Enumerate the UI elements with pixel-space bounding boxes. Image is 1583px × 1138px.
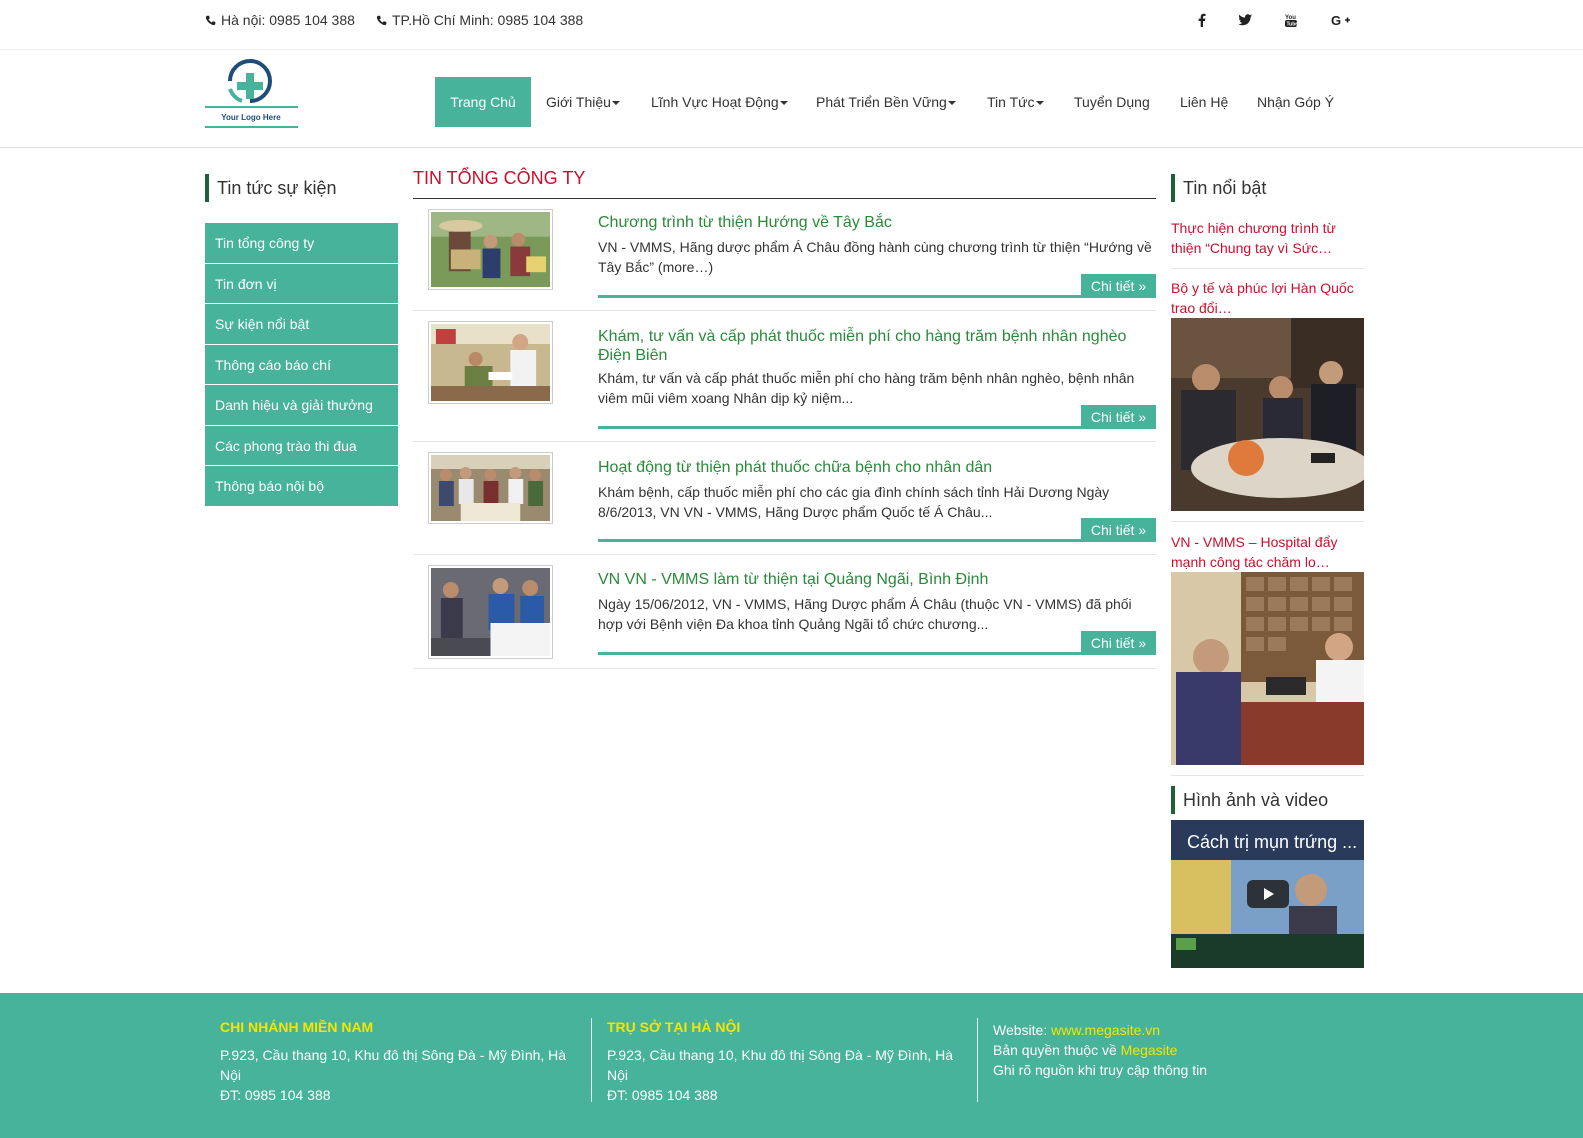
article-title[interactable]: Khám, tư vấn và cấp phát thuốc miễn phí … — [598, 327, 1156, 365]
divider — [598, 652, 1156, 655]
caret-down-icon — [947, 101, 956, 106]
left-sidebar-title: Tin tức sự kiện — [205, 174, 336, 202]
detail-button[interactable]: Chi tiết » — [1081, 274, 1156, 298]
left-menu-item[interactable]: Sự kiện nổi bật — [205, 304, 398, 345]
footer-heading: TRỤ SỞ TẠI HÀ NỘI — [607, 1019, 741, 1035]
left-menu-item[interactable]: Thông cáo báo chí — [205, 344, 398, 385]
divider — [598, 295, 1156, 298]
detail-button[interactable]: Chi tiết » — [1081, 405, 1156, 429]
detail-button[interactable]: Chi tiết » — [1081, 631, 1156, 655]
divider — [1171, 775, 1364, 776]
header: Your Logo Here Trang Chủ Giới Thiệu Lĩnh… — [0, 50, 1583, 148]
hot-news-link[interactable]: VN - VMMS – Hospital đẩy mạnh công tác c… — [1171, 532, 1364, 572]
article-description: VN - VMMS, Hãng dược phẩm Á Châu đồng hà… — [598, 239, 1152, 275]
svg-text:Tube: Tube — [1287, 22, 1299, 28]
contact-hcm: TP.Hồ Chí Minh: 0985 104 388 — [376, 12, 583, 28]
left-menu-item[interactable]: Tin đơn vị — [205, 263, 398, 304]
footer-info: Website: www.megasite.vn Bản quyền thuộc… — [993, 1020, 1353, 1080]
footer-note: Ghi rõ nguồn khi truy cập thông tin — [993, 1062, 1208, 1078]
article-item: VN VN - VMMS làm từ thiện tại Quảng Ngãi… — [413, 555, 1156, 669]
divider — [598, 426, 1156, 429]
footer: CHI NHÁNH MIỀN NAM P.923, Cầu thang 10, … — [0, 993, 1583, 1138]
article-item: Hoạt động từ thiện phát thuốc chữa bệnh … — [413, 442, 1156, 555]
footer-copyright-link[interactable]: Megasite — [1121, 1042, 1178, 1058]
nav-linh-vuc-hoat-dong[interactable]: Lĩnh Vực Hoạt Động — [636, 77, 803, 127]
logo-text: Your Logo Here — [221, 113, 281, 122]
google-plus-icon[interactable]: G — [1331, 12, 1351, 28]
youtube-icon[interactable]: You Tube — [1283, 12, 1299, 28]
caret-down-icon — [1035, 101, 1044, 106]
hot-news-link[interactable]: Thực hiện chương trình từ thiện “Chung t… — [1171, 218, 1364, 258]
svg-text:G: G — [1331, 13, 1341, 28]
article-description: Khám, tư vấn và cấp phát thuốc miễn phí … — [598, 370, 1135, 406]
article-thumbnail[interactable] — [428, 321, 553, 404]
facebook-icon[interactable] — [1194, 12, 1210, 28]
article-thumbnail[interactable] — [428, 565, 553, 659]
article-title[interactable]: VN VN - VMMS làm từ thiện tại Quảng Ngãi… — [598, 570, 1156, 589]
nav-gioi-thieu[interactable]: Giới Thiệu — [531, 77, 635, 127]
twitter-icon[interactable] — [1237, 12, 1253, 28]
article-item: Khám, tư vấn và cấp phát thuốc miễn phí … — [413, 311, 1156, 442]
left-menu-item[interactable]: Các phong trào thi đua — [205, 425, 398, 466]
article-title[interactable]: Chương trình từ thiện Hướng về Tây Bắc — [598, 213, 1156, 232]
footer-heading: CHI NHÁNH MIỀN NAM — [220, 1019, 374, 1035]
footer-south-branch: CHI NHÁNH MIỀN NAM P.923, Cầu thang 10, … — [220, 1017, 580, 1105]
media-title: Hình ảnh và video — [1171, 786, 1328, 814]
footer-copyright-line: Bản quyền thuộc về Megasite — [993, 1042, 1178, 1058]
phone-icon — [376, 15, 387, 25]
footer-hanoi-office: TRỤ SỞ TẠI HÀ NỘI P.923, Cầu thang 10, K… — [607, 1017, 967, 1105]
article-description: Ngày 15/06/2012, VN - VMMS, Hãng Dược ph… — [598, 596, 1132, 632]
contact-hcm-label: TP.Hồ Chí Minh: 0985 104 388 — [392, 12, 584, 28]
detail-button[interactable]: Chi tiết » — [1081, 518, 1156, 542]
caret-down-icon — [611, 101, 620, 106]
top-bar: Hà nội: 0985 104 388 TP.Hồ Chí Minh: 098… — [0, 0, 1583, 50]
article-thumbnail[interactable] — [428, 209, 553, 290]
divider — [1171, 521, 1364, 522]
left-menu-item[interactable]: Danh hiệu và giải thưởng — [205, 385, 398, 426]
phone-icon — [205, 15, 216, 25]
divider — [1171, 268, 1364, 269]
article-description: Khám bệnh, cấp thuốc miễn phí cho các gi… — [598, 484, 1110, 520]
divider — [598, 539, 1156, 542]
footer-website-link[interactable]: www.megasite.vn — [1051, 1022, 1160, 1038]
nav-tin-tuc[interactable]: Tin Tức — [972, 77, 1059, 127]
play-icon[interactable] — [1247, 880, 1289, 908]
nav-lien-he[interactable]: Liên Hệ — [1165, 77, 1243, 127]
caret-down-icon — [779, 101, 788, 106]
article-thumbnail[interactable] — [428, 452, 553, 524]
contact-hanoi-label: Hà nội: 0985 104 388 — [221, 12, 355, 28]
nav-trang-chu[interactable]: Trang Chủ — [435, 77, 531, 127]
hot-news-link[interactable]: Bộ y tế và phúc lợi Hàn Quốc trao đổi… — [1171, 278, 1364, 318]
article-item: Chương trình từ thiện Hướng về Tây Bắc V… — [413, 199, 1156, 311]
hot-news-image[interactable] — [1171, 318, 1364, 511]
page-title: TIN TỔNG CÔNG TY — [413, 167, 1156, 199]
left-menu: Tin tổng công ty Tin đơn vị Sự kiện nổi … — [205, 223, 398, 507]
footer-phone: ĐT: 0985 104 388 — [607, 1087, 718, 1103]
divider — [591, 1018, 592, 1102]
divider — [977, 1018, 978, 1102]
site-logo[interactable]: Your Logo Here — [205, 59, 298, 129]
article-title[interactable]: Hoạt động từ thiện phát thuốc chữa bệnh … — [598, 458, 1156, 477]
nav-phat-trien-ben-vung[interactable]: Phát Triển Bền Vững — [801, 77, 971, 127]
hot-news-title: Tin nổi bật — [1171, 174, 1266, 202]
video-title: Cách trị mụn trứng ... — [1187, 832, 1358, 852]
footer-phone: ĐT: 0985 104 388 — [220, 1087, 331, 1103]
footer-website-line: Website: www.megasite.vn — [993, 1022, 1161, 1038]
nav-nhan-gop-y[interactable]: Nhận Góp Ý — [1242, 77, 1349, 127]
footer-address: P.923, Cầu thang 10, Khu đô thị Sông Đà … — [607, 1047, 954, 1083]
footer-address: P.923, Cầu thang 10, Khu đô thị Sông Đà … — [220, 1047, 567, 1083]
left-menu-item[interactable]: Tin tổng công ty — [205, 223, 398, 264]
video-player[interactable]: Cách trị mụn trứng ... — [1171, 820, 1364, 968]
contact-hanoi: Hà nội: 0985 104 388 — [205, 12, 355, 28]
hot-news-image[interactable] — [1171, 572, 1364, 765]
left-menu-item[interactable]: Thông báo nội bộ — [205, 466, 398, 507]
nav-tuyen-dung[interactable]: Tuyển Dụng — [1059, 77, 1165, 127]
